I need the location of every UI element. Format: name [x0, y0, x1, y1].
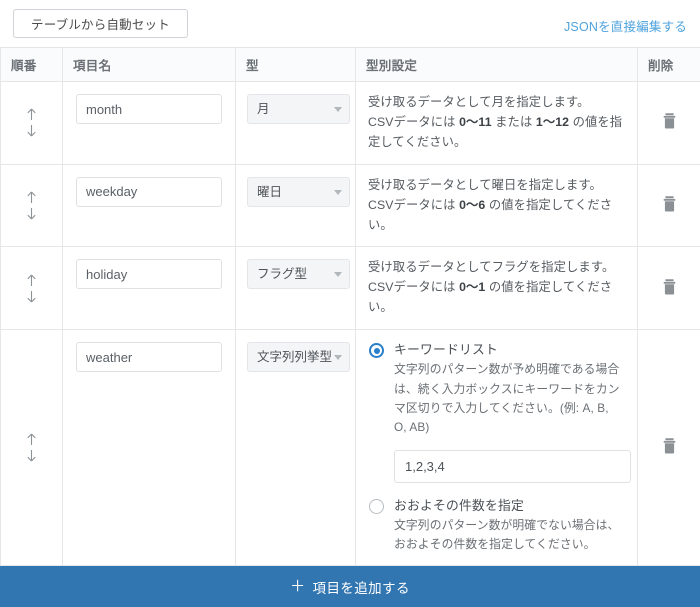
type-description-range-1: 0〜1: [459, 280, 485, 294]
plus-icon: ＋: [290, 579, 305, 594]
arrow-down-icon[interactable]: [25, 206, 38, 221]
field-type-select-value[interactable]: 曜日: [247, 177, 350, 207]
order-cell: [1, 82, 63, 165]
type-description: 受け取るデータとして月を指定します。 CSVデータには 0〜11 または 1〜1…: [368, 93, 623, 153]
arrow-up-icon[interactable]: [25, 190, 38, 205]
column-header-type: 型: [236, 48, 356, 82]
toolbar: テーブルから自動セット JSONを直接編集する: [0, 0, 700, 47]
trash-icon[interactable]: [662, 437, 677, 458]
keyword-list-input[interactable]: [394, 450, 631, 483]
field-name-cell: [63, 82, 236, 165]
trash-icon[interactable]: [662, 278, 677, 299]
field-type-select[interactable]: 曜日: [247, 177, 350, 207]
field-name-cell: [63, 247, 236, 330]
arrow-down-icon[interactable]: [25, 123, 38, 138]
table-body: 月 受け取るデータとして月を指定します。 CSVデータには 0〜11 または 1…: [1, 82, 700, 566]
add-field-button[interactable]: ＋ 項目を追加する: [0, 566, 700, 607]
arrow-down-icon[interactable]: [25, 289, 38, 304]
column-header-name: 項目名: [63, 48, 236, 82]
trash-icon[interactable]: [662, 112, 677, 133]
field-type-cell: 月: [236, 82, 356, 165]
type-description-range-1: 0〜11: [459, 115, 492, 129]
field-name-cell: [63, 164, 236, 247]
auto-set-from-table-button[interactable]: テーブルから自動セット: [13, 9, 188, 38]
arrow-up-icon[interactable]: [25, 432, 38, 447]
type-description-line-2a: CSVデータには: [368, 198, 459, 212]
approx-count-option[interactable]: おおよその件数を指定 文字列のパターン数が明確でない場合は、おおよその件数を指定…: [368, 497, 623, 554]
field-name-input[interactable]: [76, 259, 222, 289]
approx-count-option-text: おおよその件数を指定 文字列のパターン数が明確でない場合は、おおよその件数を指定…: [394, 497, 623, 554]
keyword-list-description: 文字列のパターン数が予め明確である場合は、続く入力ボックスにキーワードをカンマ区…: [394, 360, 623, 436]
type-description-line-2c: または: [492, 115, 536, 129]
edit-json-directly-link[interactable]: JSONを直接編集する: [564, 16, 687, 35]
type-description-range-2: 1〜12: [536, 115, 569, 129]
add-field-button-label: 項目を追加する: [313, 577, 410, 597]
table-row: フラグ型 受け取るデータとしてフラグを指定します。 CSVデータには 0〜1 の…: [1, 247, 700, 330]
table-row: 文字列列挙型 キーワードリスト 文字列のパターン数が予め明確である場合は、続く入…: [1, 330, 700, 566]
reorder-control[interactable]: [25, 273, 38, 304]
column-header-order: 順番: [1, 48, 63, 82]
reorder-control[interactable]: [25, 432, 38, 463]
keyword-list-option[interactable]: キーワードリスト 文字列のパターン数が予め明確である場合は、続く入力ボックスにキ…: [368, 341, 623, 437]
field-type-select-value[interactable]: 文字列列挙型: [247, 342, 350, 372]
table-row: 月 受け取るデータとして月を指定します。 CSVデータには 0〜11 または 1…: [1, 82, 700, 165]
type-description: 受け取るデータとして曜日を指定します。 CSVデータには 0〜6 の値を指定して…: [368, 176, 623, 236]
arrow-up-icon[interactable]: [25, 273, 38, 288]
keyword-list-label: キーワードリスト: [394, 341, 623, 358]
type-description-line-1: 受け取るデータとしてフラグを指定します。: [368, 260, 614, 274]
keyword-list-radio[interactable]: [369, 343, 384, 358]
column-header-delete: 削除: [638, 48, 700, 82]
type-setting-cell: 受け取るデータとして月を指定します。 CSVデータには 0〜11 または 1〜1…: [356, 82, 638, 165]
fields-table: 順番 項目名 型 型別設定 削除: [0, 47, 700, 566]
field-type-select[interactable]: フラグ型: [247, 259, 350, 289]
type-description-line-1: 受け取るデータとして月を指定します。: [368, 95, 590, 109]
approx-count-label: おおよその件数を指定: [394, 497, 623, 514]
type-setting-cell: 受け取るデータとしてフラグを指定します。 CSVデータには 0〜1 の値を指定し…: [356, 247, 638, 330]
delete-cell: [638, 330, 700, 566]
field-type-cell: フラグ型: [236, 247, 356, 330]
field-type-cell: 曜日: [236, 164, 356, 247]
type-description-line-1: 受け取るデータとして曜日を指定します。: [368, 178, 602, 192]
table-header: 順番 項目名 型 型別設定 削除: [1, 48, 700, 82]
keyword-list-option-text: キーワードリスト 文字列のパターン数が予め明確である場合は、続く入力ボックスにキ…: [394, 341, 623, 437]
field-type-select-value[interactable]: フラグ型: [247, 259, 350, 289]
field-name-input[interactable]: [76, 342, 222, 372]
arrow-up-icon[interactable]: [25, 107, 38, 122]
reorder-control[interactable]: [25, 190, 38, 221]
trash-icon[interactable]: [662, 195, 677, 216]
order-cell: [1, 247, 63, 330]
reorder-control[interactable]: [25, 107, 38, 138]
field-type-select[interactable]: 文字列列挙型: [247, 342, 350, 372]
type-description-range-1: 0〜6: [459, 198, 485, 212]
table-header-row: 順番 項目名 型 型別設定 削除: [1, 48, 700, 82]
field-name-input[interactable]: [76, 177, 222, 207]
type-description-line-2a: CSVデータには: [368, 280, 459, 294]
approx-count-description: 文字列のパターン数が明確でない場合は、おおよその件数を指定してください。: [394, 516, 623, 554]
type-setting-cell: 受け取るデータとして曜日を指定します。 CSVデータには 0〜6 の値を指定して…: [356, 164, 638, 247]
delete-cell: [638, 82, 700, 165]
type-description: 受け取るデータとしてフラグを指定します。 CSVデータには 0〜1 の値を指定し…: [368, 258, 623, 318]
order-cell: [1, 330, 63, 566]
type-description-line-2a: CSVデータには: [368, 115, 459, 129]
delete-cell: [638, 164, 700, 247]
type-setting-cell: キーワードリスト 文字列のパターン数が予め明確である場合は、続く入力ボックスにキ…: [356, 330, 638, 566]
column-header-type-setting: 型別設定: [356, 48, 638, 82]
arrow-down-icon[interactable]: [25, 448, 38, 463]
field-name-input[interactable]: [76, 94, 222, 124]
field-type-select-value[interactable]: 月: [247, 94, 350, 124]
field-type-select[interactable]: 月: [247, 94, 350, 124]
table-row: 曜日 受け取るデータとして曜日を指定します。 CSVデータには 0〜6 の値を指…: [1, 164, 700, 247]
approx-count-radio[interactable]: [369, 499, 384, 514]
field-type-cell: 文字列列挙型: [236, 330, 356, 566]
delete-cell: [638, 247, 700, 330]
order-cell: [1, 164, 63, 247]
field-name-cell: [63, 330, 236, 566]
